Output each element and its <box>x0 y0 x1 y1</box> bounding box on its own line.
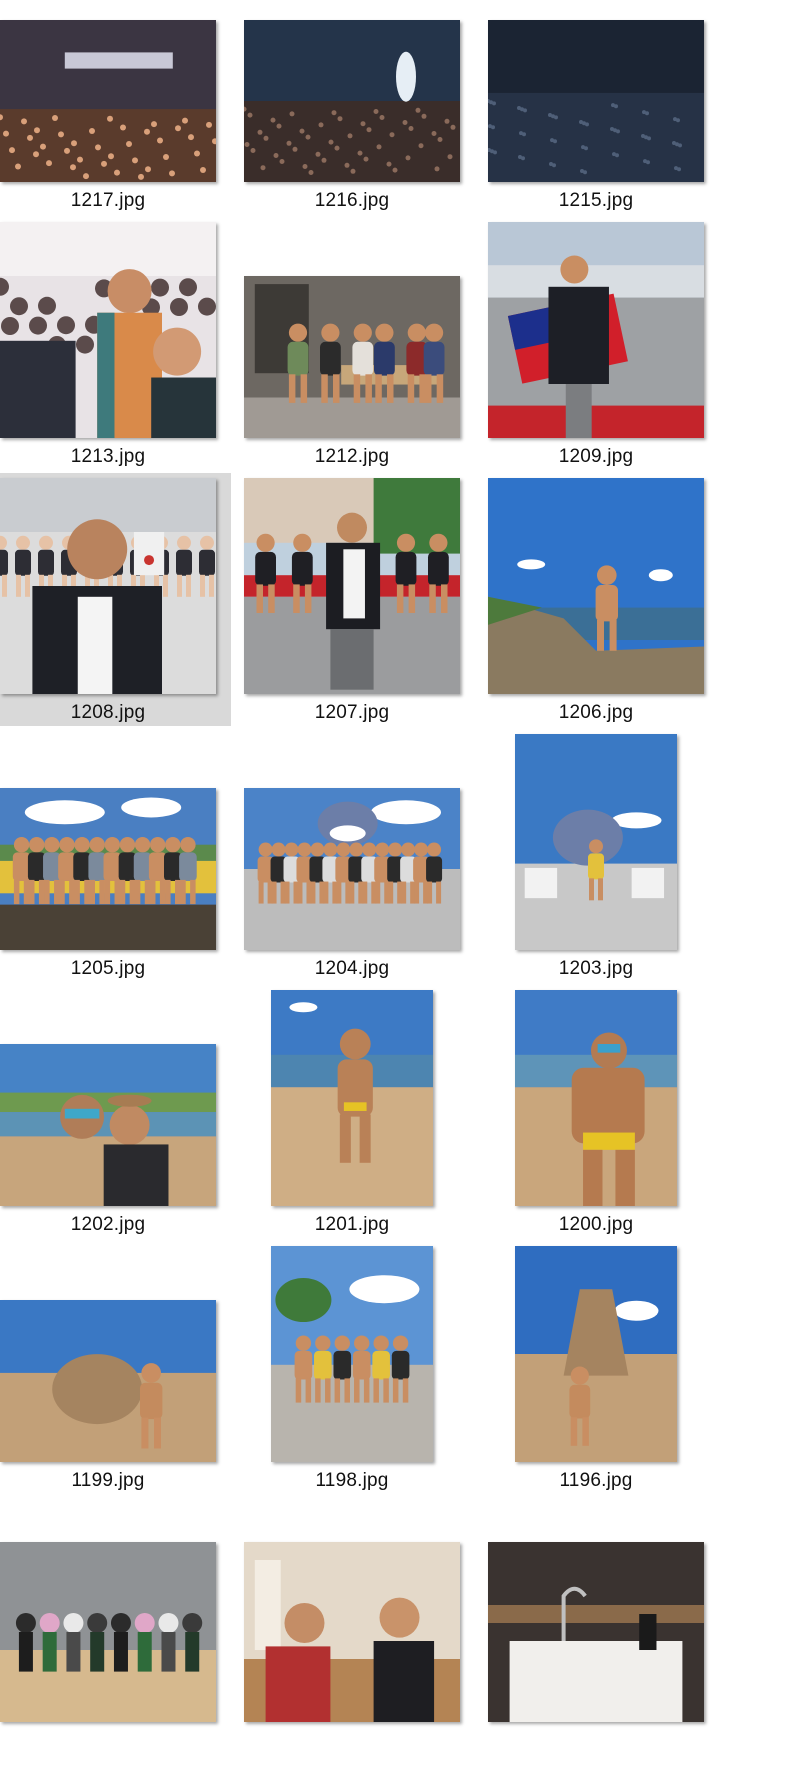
file-name-label: 1199.jpg <box>71 1470 145 1491</box>
file-name-label: 1202.jpg <box>70 1214 146 1235</box>
file-name-label: 1198.jpg <box>315 1470 389 1491</box>
thumbnail-image[interactable] <box>0 1300 216 1462</box>
file-name-label: 1217.jpg <box>70 190 146 211</box>
thumbnail-image[interactable] <box>244 20 460 182</box>
file-name-label: 1213.jpg <box>70 446 146 467</box>
thumbnail-image[interactable] <box>515 990 677 1206</box>
thumbnail-image[interactable] <box>244 276 460 438</box>
file-name-label: 1200.jpg <box>558 1214 634 1235</box>
thumbnail-image[interactable] <box>271 1246 433 1462</box>
thumbnail-image[interactable] <box>244 478 460 694</box>
thumbnail-image[interactable] <box>515 734 677 950</box>
thumbnail-image[interactable] <box>488 20 704 182</box>
file-name-label: 1216.jpg <box>314 190 390 211</box>
file-name-label: 1201.jpg <box>314 1214 390 1235</box>
file-name-label: 1215.jpg <box>558 190 634 211</box>
file-name-label: 1204.jpg <box>314 958 390 979</box>
file-name-label: 1205.jpg <box>70 958 146 979</box>
thumbnail-image[interactable] <box>0 222 216 438</box>
thumbnail-grid: 1217.jpg 1216.jpg 1215.jpg 1213.jpg 1212.jpg… <box>0 0 795 1779</box>
thumbnail-image[interactable] <box>488 222 704 438</box>
file-name-label: 1196.jpg <box>559 1470 633 1491</box>
thumbnail-image[interactable] <box>271 990 433 1206</box>
thumbnail-image[interactable] <box>488 478 704 694</box>
file-name-label: 1212.jpg <box>314 446 390 467</box>
thumbnail-image[interactable] <box>0 1044 216 1206</box>
file-name-label: 1206.jpg <box>558 702 634 723</box>
thumbnail-image[interactable] <box>244 788 460 950</box>
file-name-label: 1207.jpg <box>314 702 390 723</box>
thumbnail-image[interactable] <box>488 1542 704 1722</box>
thumbnail-image[interactable] <box>244 1542 460 1722</box>
thumbnail-image[interactable] <box>0 1542 216 1722</box>
file-name-label: 1209.jpg <box>558 446 634 467</box>
thumbnail-image[interactable] <box>515 1246 677 1462</box>
thumbnail-image[interactable] <box>0 478 216 694</box>
thumbnail-image[interactable] <box>0 788 216 950</box>
file-name-label: 1203.jpg <box>558 958 634 979</box>
thumbnail-image[interactable] <box>0 20 216 182</box>
file-name-label: 1208.jpg <box>70 702 146 723</box>
